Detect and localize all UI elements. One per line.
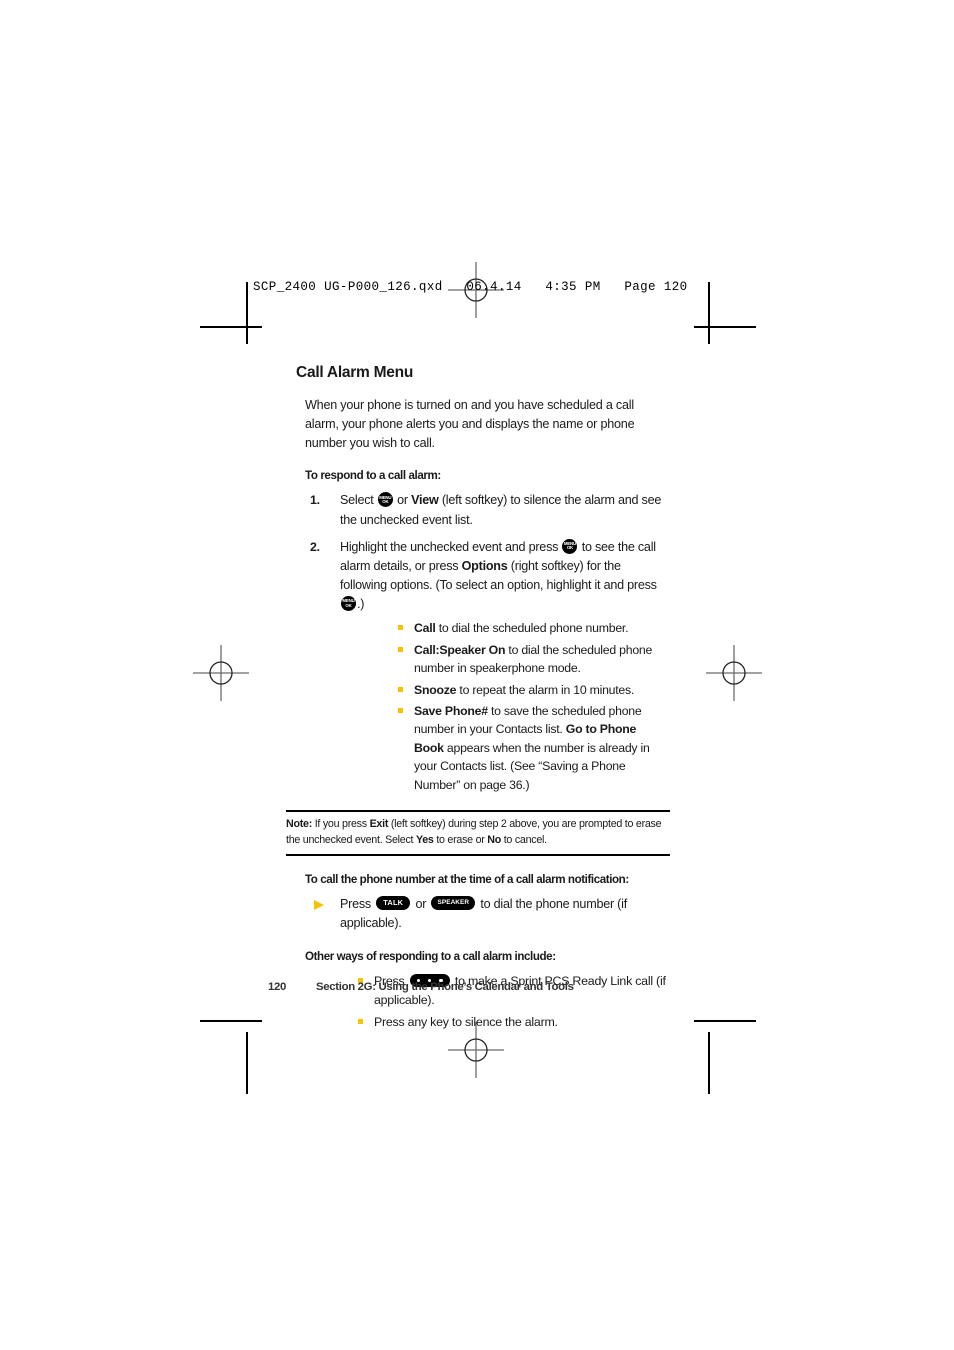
option-name: Snooze — [414, 682, 457, 697]
step-number: 2. — [310, 539, 320, 554]
page-footer: 120 Section 2G: Using the Phone’s Calenda… — [268, 981, 574, 993]
arrow-item-text-before: Press — [340, 896, 375, 911]
procedure-step-list: 1. Select MENU OK or View (left softkey) t… — [296, 491, 668, 794]
option-description: to repeat the alarm in 10 minutes. — [456, 682, 635, 697]
option-name: Save Phone# — [414, 704, 488, 719]
step-text-end: .) — [357, 597, 365, 612]
step-text-before: Select — [340, 493, 377, 508]
square-bullet-icon — [398, 646, 403, 652]
options-sublist: Call to dial the scheduled phone number.… — [396, 619, 668, 794]
other-ways-item: Press any key to silence the alarm. — [356, 1013, 668, 1032]
step-bold-view: View — [411, 493, 439, 508]
option-name: Call — [414, 621, 436, 636]
step-number: 1. — [310, 493, 320, 508]
talk-key-icon: TALK — [376, 895, 411, 910]
procedure-heading-other-ways: Other ways of responding to a call alarm… — [305, 950, 556, 964]
options-sublist-wrapper: Call to dial the scheduled phone number.… — [340, 619, 668, 794]
procedure-step: 2. Highlight the unchecked event and pres… — [296, 538, 668, 795]
note-bold-no: No — [487, 834, 502, 847]
option-item: Call:Speaker On to dial the scheduled ph… — [396, 641, 668, 678]
note-part3: to erase or — [433, 834, 488, 847]
option-item: Snooze to repeat the alarm in 10 minutes… — [396, 681, 668, 699]
footer-page-number: 120 — [268, 981, 287, 993]
square-bullet-icon — [358, 1019, 363, 1025]
note-bold-exit: Exit — [369, 818, 389, 831]
menu-ok-key-icon: MENU OK — [341, 596, 356, 612]
square-bullet-icon — [398, 708, 403, 714]
menu-ok-key-icon: MENU OK — [562, 538, 578, 554]
note-label: Note: — [286, 818, 313, 831]
procedure-heading-respond: To respond to a call alarm: — [305, 469, 441, 483]
procedure-arrow-list: Press TALK or SPEAKER to dial the phone … — [296, 895, 668, 933]
triangle-bullet-icon — [314, 899, 324, 910]
step-text-after-icon: or — [393, 493, 412, 508]
step-bold-options: Options — [461, 558, 508, 573]
menu-ok-key-line2: OK — [345, 602, 352, 608]
step-text-before: Highlight the unchecked event and press — [340, 539, 562, 554]
note-bold-yes: Yes — [415, 834, 434, 847]
manual-page: Call Alarm Menu When your phone is turne… — [0, 0, 954, 1350]
square-bullet-icon — [398, 625, 403, 631]
arrow-item-text-mid: or — [412, 896, 430, 911]
note-part4: to cancel. — [501, 834, 547, 847]
option-name: Call:Speaker On — [414, 642, 506, 657]
note-part1: If you press — [312, 818, 370, 831]
menu-ok-key-icon: MENU OK — [377, 492, 393, 508]
footer-section-label: Section 2G: Using the Phone’s Calendar a… — [316, 981, 574, 993]
square-bullet-icon — [398, 686, 403, 692]
option-description-secondary: appears when the number is already in yo… — [414, 740, 650, 792]
note-box: Note: If you press Exit (left softkey) d… — [286, 810, 670, 856]
page-title: Call Alarm Menu — [296, 364, 414, 381]
procedure-arrow-item: Press TALK or SPEAKER to dial the phone … — [296, 895, 668, 933]
procedure-heading-call-number: To call the phone number at the time of … — [305, 872, 629, 886]
menu-ok-key-line2: OK — [566, 545, 574, 551]
option-description: to dial the scheduled phone number. — [435, 621, 629, 636]
menu-ok-key-line2: OK — [382, 499, 389, 505]
speaker-key-icon: SPEAKER — [431, 895, 476, 910]
option-item: Call to dial the scheduled phone number. — [396, 619, 668, 637]
page-content-column: Call Alarm Menu When your phone is turne… — [286, 364, 670, 1036]
option-item: Save Phone# to save the scheduled phone … — [396, 702, 668, 794]
procedure-step: 1. Select MENU OK or View (left softkey) t… — [296, 491, 668, 529]
intro-paragraph: When your phone is turned on and you hav… — [305, 398, 635, 451]
other-ways-text-plain: Press any key to silence the alarm. — [374, 1015, 558, 1030]
